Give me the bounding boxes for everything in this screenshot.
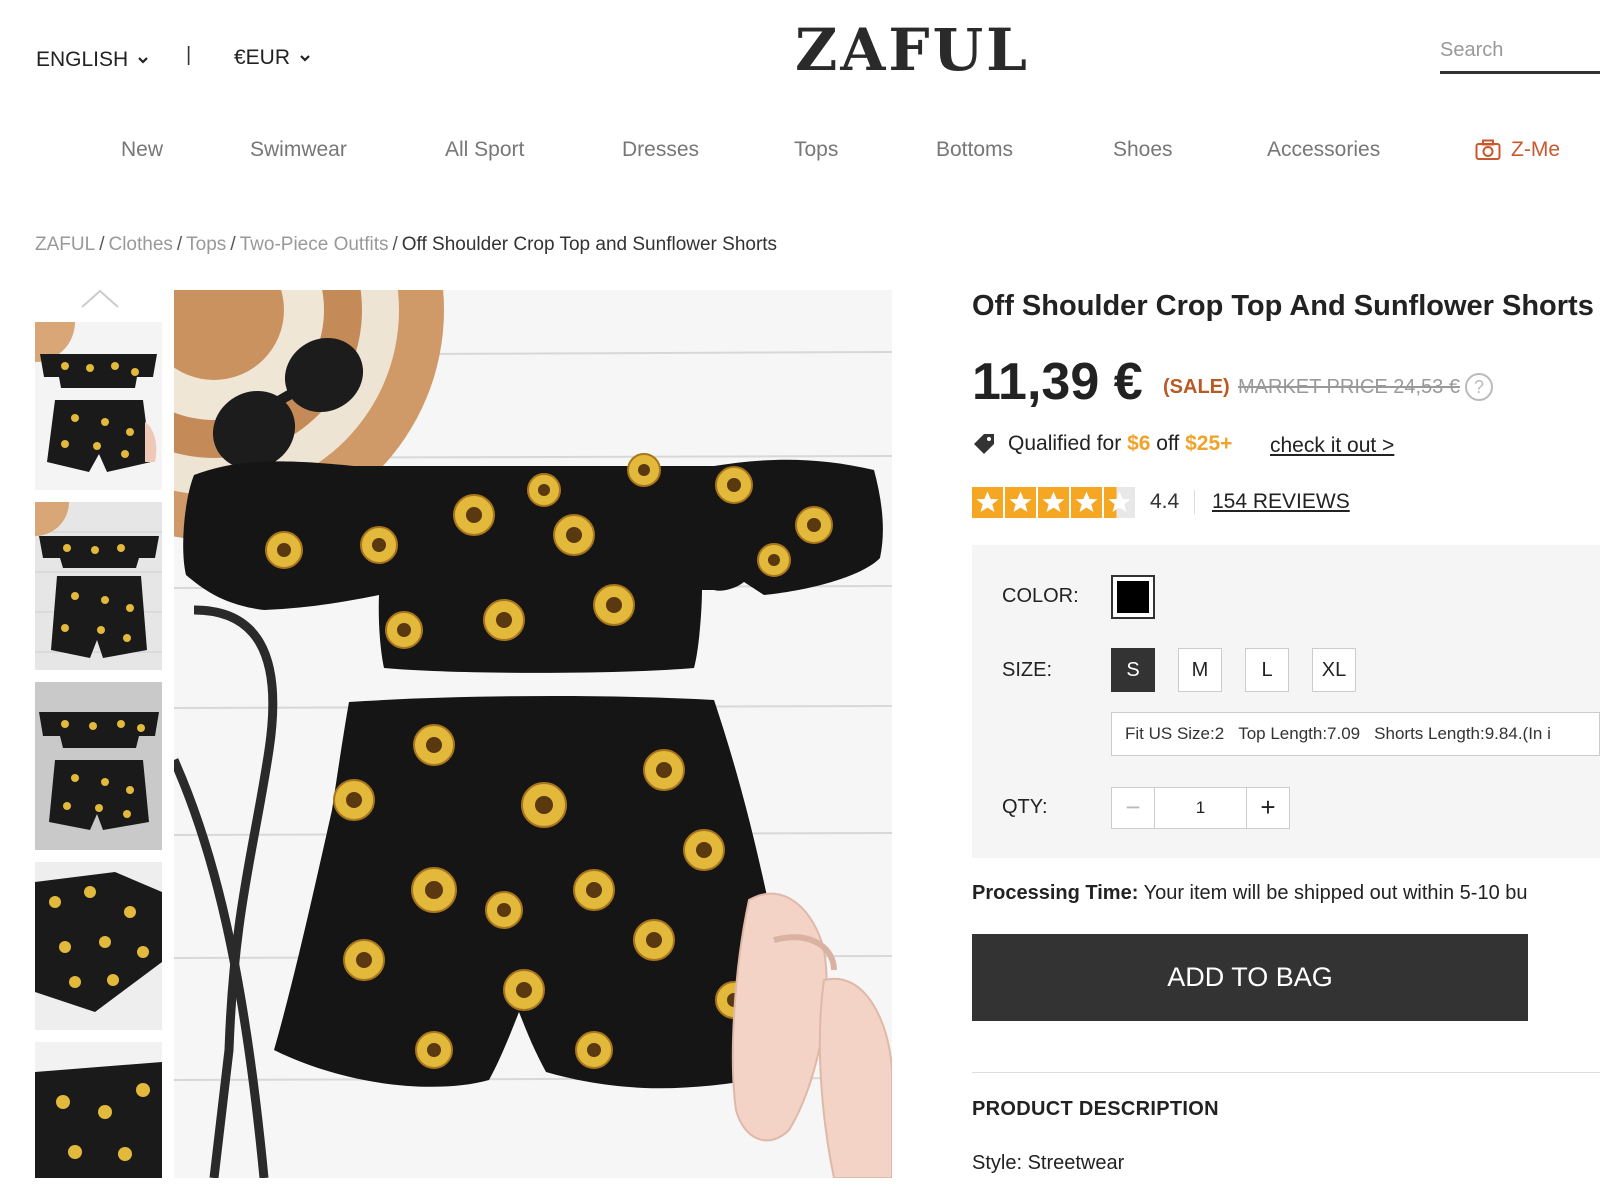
size-info-top: Top Length:7.09 — [1238, 724, 1361, 743]
sale-label: (SALE) — [1163, 376, 1230, 398]
processing-time: Processing Time: Your item will be shipp… — [972, 882, 1528, 905]
section-divider — [972, 1072, 1600, 1073]
breadcrumb-current: Off Shoulder Crop Top and Sunflower Shor… — [401, 234, 778, 255]
star-icon — [1071, 487, 1102, 518]
size-option-s[interactable]: S — [1111, 648, 1155, 692]
star-icon — [1104, 487, 1135, 518]
market-price: MARKET PRICE 24,53 € — [1238, 376, 1460, 398]
thumbnail-2[interactable] — [35, 502, 162, 670]
nav-item-shoes[interactable]: Shoes — [1113, 138, 1173, 162]
nav-item-bottoms[interactable]: Bottoms — [936, 138, 1013, 162]
add-to-bag-button[interactable]: ADD TO BAG — [972, 934, 1528, 1021]
breadcrumb-tops[interactable]: Tops — [186, 234, 226, 255]
chevron-up-icon[interactable] — [80, 288, 120, 310]
qty-increase-button[interactable]: + — [1246, 788, 1289, 828]
rating-divider — [1194, 490, 1195, 514]
color-swatch-black[interactable] — [1111, 575, 1155, 619]
star-icon — [1038, 487, 1069, 518]
qty-decrease-button[interactable]: − — [1112, 788, 1155, 828]
promo-threshold: $25+ — [1185, 432, 1233, 455]
size-label: SIZE: — [1002, 659, 1053, 681]
main-product-image[interactable] — [174, 290, 892, 1178]
qty-label: QTY: — [1002, 796, 1048, 818]
product-style: Style: Streetwear — [972, 1152, 1125, 1174]
options-panel: COLOR: SIZE: S M L XL Fit US Size:2 Top L… — [972, 545, 1600, 858]
nav-item-accessories[interactable]: Accessories — [1267, 138, 1380, 162]
product-title: Off Shoulder Crop Top And Sunflower Shor… — [972, 290, 1594, 322]
promo-prefix: Qualified for — [1008, 432, 1122, 455]
size-option-xl[interactable]: XL — [1312, 648, 1356, 692]
promo-mid: off — [1156, 432, 1180, 455]
help-icon[interactable]: ? — [1465, 373, 1493, 401]
promo-line: Qualified for $6 off $25+ — [972, 432, 1232, 456]
nav-item-new[interactable]: New — [121, 138, 163, 162]
breadcrumb-clothes[interactable]: Clothes — [108, 234, 172, 255]
camera-icon — [1475, 139, 1501, 160]
main-nav: New Swimwear All Sport Dresses Tops Bott… — [0, 130, 1600, 170]
star-icon — [1005, 487, 1036, 518]
tag-icon — [974, 434, 994, 454]
size-option-m[interactable]: M — [1178, 648, 1222, 692]
quantity-stepper: − + — [1111, 787, 1290, 829]
check-it-out-link[interactable]: check it out > — [1270, 434, 1394, 458]
top-bar: ENGLISH | €EUR ZAFUL — [0, 0, 1600, 110]
nav-item-dresses[interactable]: Dresses — [622, 138, 699, 162]
rating-value: 4.4 — [1150, 490, 1180, 513]
nav-item-z-me[interactable]: Z-Me — [1475, 138, 1560, 162]
size-option-l[interactable]: L — [1245, 648, 1289, 692]
processing-label: Processing Time: — [972, 882, 1139, 904]
thumbnail-4[interactable] — [35, 862, 162, 1030]
thumbnail-3[interactable] — [35, 682, 162, 850]
product-description-heading: PRODUCT DESCRIPTION — [972, 1098, 1219, 1120]
processing-text: Your item will be shipped out within 5-1… — [1143, 882, 1528, 904]
product-price: 11,39 € — [972, 353, 1143, 411]
color-label: COLOR: — [1002, 585, 1079, 607]
size-info-shorts: Shorts Length:9.84.(In i — [1374, 724, 1551, 743]
z-me-label: Z-Me — [1511, 138, 1560, 161]
reviews-link[interactable]: 154 REVIEWS — [1212, 490, 1350, 514]
nav-item-all-sport[interactable]: All Sport — [445, 138, 524, 162]
nav-item-tops[interactable]: Tops — [794, 138, 838, 162]
thumbnail-5[interactable] — [35, 1042, 162, 1178]
star-rating — [972, 487, 1135, 518]
qty-input[interactable] — [1155, 788, 1246, 828]
size-info-fit: Fit US Size:2 — [1125, 724, 1225, 743]
breadcrumb-home[interactable]: ZAFUL — [35, 234, 95, 255]
search-input[interactable] — [1440, 30, 1600, 74]
thumbnail-1[interactable] — [35, 322, 162, 490]
promo-amount: $6 — [1127, 432, 1151, 455]
brand-logo[interactable]: ZAFUL — [0, 16, 1600, 84]
nav-item-swimwear[interactable]: Swimwear — [250, 138, 347, 162]
star-icon — [972, 487, 1003, 518]
size-info-box: Fit US Size:2 Top Length:7.09 Shorts Lengt… — [1111, 712, 1600, 756]
breadcrumb-two-piece[interactable]: Two-Piece Outfits — [240, 234, 389, 255]
breadcrumb: ZAFUL / Clothes / Tops / Two-Piece Outfits / Off… — [35, 234, 778, 255]
